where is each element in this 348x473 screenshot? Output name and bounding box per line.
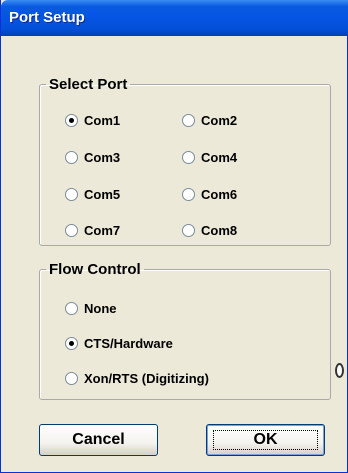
radio-label: Com2: [201, 112, 238, 128]
radio-label: Com1: [84, 112, 121, 128]
radio-button-icon: [65, 187, 78, 201]
radio-xon-rts[interactable]: Xon/RTS (Digitizing): [65, 369, 209, 387]
radio-button-icon: [182, 187, 195, 201]
radio-button-icon: [65, 336, 78, 350]
radio-com2[interactable]: Com2: [182, 111, 237, 129]
radio-label: Com7: [84, 222, 121, 238]
ok-button[interactable]: OK: [206, 424, 325, 456]
radio-com7[interactable]: Com7: [65, 221, 120, 239]
radio-com4[interactable]: Com4: [182, 148, 237, 166]
radio-com5[interactable]: Com5: [65, 185, 120, 203]
radio-com8[interactable]: Com8: [182, 221, 237, 239]
radio-com1[interactable]: Com1: [65, 111, 120, 129]
title-bar[interactable]: Port Setup: [1, 0, 348, 36]
cancel-button-label: Cancel: [72, 431, 125, 448]
radio-button-icon: [65, 150, 78, 164]
radio-none[interactable]: None: [65, 299, 117, 317]
radio-cts-hardware[interactable]: CTS/Hardware: [65, 334, 173, 352]
port-setup-dialog: Port Setup Select Port Com1 Com2 Com3 Co…: [0, 0, 348, 473]
radio-label: Com3: [84, 149, 121, 165]
edge-artifact-icon: [335, 363, 344, 378]
radio-button-icon: [65, 371, 78, 385]
radio-label: CTS/Hardware: [84, 335, 173, 351]
radio-label: Com5: [84, 186, 121, 202]
radio-label: Com6: [201, 186, 238, 202]
radio-button-icon: [182, 223, 195, 237]
window-title: Port Setup: [9, 9, 85, 26]
radio-label: Com4: [201, 149, 238, 165]
radio-button-icon: [65, 223, 78, 237]
radio-button-icon: [182, 113, 195, 127]
radio-button-icon: [65, 301, 78, 315]
radio-label: None: [84, 300, 117, 316]
focus-rectangle: [213, 430, 318, 450]
radio-label: Xon/RTS (Digitizing): [84, 370, 209, 386]
radio-button-icon: [65, 113, 78, 127]
radio-button-icon: [182, 150, 195, 164]
radio-label: Com8: [201, 222, 238, 238]
cancel-button[interactable]: Cancel: [39, 424, 158, 456]
radio-com6[interactable]: Com6: [182, 185, 237, 203]
select-port-legend: Select Port: [49, 76, 128, 93]
flow-control-legend: Flow Control: [49, 261, 141, 278]
radio-com3[interactable]: Com3: [65, 148, 120, 166]
